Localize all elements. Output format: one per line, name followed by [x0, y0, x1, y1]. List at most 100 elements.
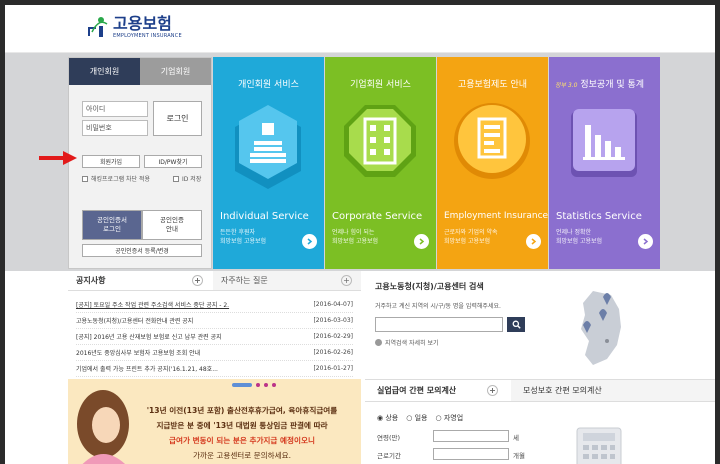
radio-self-employed-label: 자영업 — [443, 414, 464, 422]
bar-chart-icon — [571, 109, 637, 177]
cert-info-line1: 공인인증 — [160, 216, 184, 224]
notice-date: [2016-01-27] — [313, 365, 353, 372]
banner-line1: '13년 이전(13년 포함) 출산전후휴가급여, 육아휴직급여를 — [146, 406, 338, 415]
center-search-panel: 고용노동청(지청)/고용센터 검색 거주하고 계신 지역의 시/구/동 명을 입… — [365, 271, 715, 379]
checkbox-icon — [82, 175, 88, 182]
center-search-title: 고용노동청(지청)/고용센터 검색 — [375, 282, 484, 291]
login-button[interactable]: 로그인 — [153, 101, 202, 136]
hacking-block-label: 해킹프로그램 차단 적용 — [91, 176, 151, 183]
tile-english-title: Individual Service — [220, 211, 309, 222]
more-plus-icon[interactable]: + — [341, 275, 352, 286]
banner-pager-active[interactable] — [232, 383, 252, 387]
radio-daily-label: 일용 — [414, 414, 428, 422]
find-id-pw-button[interactable]: ID/PW찾기 — [144, 155, 202, 168]
site-logo[interactable]: 고용보험 EMPLOYMENT INSURANCE — [85, 14, 182, 40]
period-unit: 개월 — [513, 452, 525, 460]
document-icon — [454, 103, 530, 179]
logo-title: 고용보험 — [113, 13, 172, 33]
banner-text: '13년 이전(13년 포함) 출산전후휴가급여, 육아휴직급여를 지급받은 분… — [126, 403, 358, 463]
logo-subtitle: EMPLOYMENT INSURANCE — [113, 32, 182, 39]
age-label: 연령(만) — [377, 434, 401, 442]
list-item[interactable]: [공지] 토요일 주소 작업 관련 주소검색 서비스 중단 공지 - 2. [20… — [76, 297, 353, 313]
person-icon — [235, 105, 301, 189]
more-plus-icon[interactable]: + — [192, 275, 203, 286]
chevron-right-icon[interactable] — [638, 234, 653, 249]
radio-daily[interactable]: ○ 일용 — [406, 413, 427, 423]
tab-personal-member[interactable]: 개인회원 — [69, 58, 140, 85]
tile-employment-insurance[interactable]: 고용보험제도 안내 Employment Insurance 근로자와 기업의 … — [437, 57, 548, 269]
password-input[interactable]: 비밀번호 — [82, 120, 148, 136]
tile-english-title: Employment Insurance — [444, 211, 548, 221]
tile-title: 기업회원 서비스 — [350, 80, 411, 90]
tile-subtitle: 언제나 힘이 되는 희망보험 고용보험 — [332, 228, 378, 246]
tile-subtitle-line1: 언제나 힘이 되는 — [332, 229, 375, 236]
tile-english-title: Corporate Service — [332, 211, 423, 222]
list-item[interactable]: 고용노동청(지청)/고용센터 전화안내 관련 공지 [2016-03-03] — [76, 313, 353, 329]
notice-title[interactable]: [공지] 토요일 주소 작업 관련 주소검색 서비스 중단 공지 - 2. — [76, 300, 229, 309]
radio-self-employed[interactable]: ○ 자영업 — [435, 413, 463, 423]
korea-map-icon — [581, 291, 621, 365]
benefit-calculator: 실업급여 간편 모의계산 + 모성보호 간편 모의계산 ◉ 상용 ○ 일용 ○ … — [365, 379, 715, 464]
period-label: 근로기간 — [377, 452, 401, 460]
chevron-right-icon[interactable] — [302, 234, 317, 249]
list-item[interactable]: 기업에서 출력 가능 프린트 추가 공지('16.1.21, 48호... [20… — [76, 361, 353, 377]
tab-maternity-calc[interactable]: 모성보호 간편 모의계산 — [511, 380, 715, 401]
radio-regular[interactable]: ◉ 상용 — [377, 413, 398, 423]
banner-pager-dot[interactable] — [264, 383, 268, 387]
notice-title[interactable]: 2016년도 중앙심사부 보험자 고용보험 조회 안내 — [76, 348, 200, 357]
tile-subtitle-line2: 희망보험 고용보험 — [556, 238, 603, 245]
building-icon — [344, 105, 416, 177]
tile-title: 개인회원 서비스 — [238, 80, 299, 90]
checkbox-icon — [173, 175, 179, 182]
tile-individual-service[interactable]: 개인회원 서비스 Individual Service 든든한 후원자 희망보험… — [213, 57, 324, 269]
region-detail-link-label: 지역검색 자세히 보기 — [385, 340, 439, 347]
tab-unemployment-calc[interactable]: 실업급여 간편 모의계산 + — [365, 380, 511, 401]
tab-unemployment-calc-label: 실업급여 간편 모의계산 — [377, 386, 457, 395]
tab-corporate-member[interactable]: 기업회원 — [140, 58, 211, 85]
tile-statistics-service[interactable]: 정부 3.0 정보공개 및 통계 Statistics Service 언제나 … — [549, 57, 660, 269]
logo-icon — [85, 14, 111, 40]
hacking-block-checkbox[interactable]: 해킹프로그램 차단 적용 — [82, 174, 150, 183]
more-plus-icon[interactable]: + — [487, 385, 498, 396]
search-button[interactable] — [507, 317, 525, 332]
region-detail-link[interactable]: 지역검색 자세히 보기 — [375, 338, 439, 347]
notice-title[interactable]: 기업에서 출력 가능 프린트 추가 공지('16.1.21, 48호... — [76, 364, 218, 373]
tile-title-text: 정보공개 및 통계 — [580, 80, 645, 90]
arrow-circle-icon — [375, 339, 382, 346]
tile-corporate-service[interactable]: 기업회원 서비스 Corporate Service 언제나 힘이 되는 희망보… — [325, 57, 436, 269]
notice-title[interactable]: [공지] 2016년 고용 산재보험 보험료 신고 납부 관련 공지 — [76, 332, 222, 341]
save-id-label: ID 저장 — [182, 176, 202, 183]
tab-faq-label: 자주하는 질문 — [221, 276, 268, 285]
id-input[interactable]: 아이디 — [82, 101, 148, 117]
notice-date: [2016-03-03] — [313, 317, 353, 324]
tile-title: 고용보험제도 안내 — [457, 80, 528, 90]
banner-pager-dot[interactable] — [256, 383, 260, 387]
cert-register-button[interactable]: 공인인증서 등록/변경 — [82, 244, 202, 257]
tile-subtitle-line2: 희망보험 고용보험 — [444, 238, 491, 245]
age-input[interactable] — [433, 430, 509, 442]
cert-login-line2: 로그인 — [103, 225, 121, 233]
cert-login-button[interactable]: 공인인증서 로그인 — [82, 210, 142, 240]
signup-button[interactable]: 회원가입 — [82, 155, 140, 168]
age-unit: 세 — [513, 434, 519, 442]
banner-pager-dot[interactable] — [272, 383, 276, 387]
notice-date: [2016-02-29] — [313, 333, 353, 340]
search-icon — [512, 320, 521, 329]
save-id-checkbox[interactable]: ID 저장 — [173, 174, 201, 183]
banner-line4: 가까운 고용센터로 문의하세요. — [192, 451, 292, 460]
banner-line2: 지급받은 분 중에 '13년 대법원 통상임금 판결에 따라 — [156, 421, 328, 430]
notice-title[interactable]: 고용노동청(지청)/고용센터 전화안내 관련 공지 — [76, 316, 193, 325]
list-item[interactable]: [공지] 2016년 고용 산재보험 보험료 신고 납부 관련 공지 [2016-… — [76, 329, 353, 345]
notice-list: [공지] 토요일 주소 작업 관련 주소검색 서비스 중단 공지 - 2. [20… — [68, 291, 361, 377]
tab-notices[interactable]: 공지사항 + — [68, 271, 213, 290]
notice-banner[interactable]: '13년 이전(13년 포함) 출산전후휴가급여, 육아휴직급여를 지급받은 분… — [68, 379, 361, 464]
period-input[interactable] — [433, 448, 509, 460]
list-item[interactable]: 2016년도 중앙심사부 보험자 고용보험 조회 안내 [2016-02-26] — [76, 345, 353, 361]
chevron-right-icon[interactable] — [526, 234, 541, 249]
chevron-right-icon[interactable] — [414, 234, 429, 249]
tab-faq[interactable]: 자주하는 질문 + — [213, 271, 361, 290]
tile-subtitle: 든든한 후원자 희망보험 고용보험 — [220, 228, 266, 246]
site-header: 고용보험 EMPLOYMENT INSURANCE — [5, 5, 715, 53]
cert-info-button[interactable]: 공인인증 안내 — [142, 210, 202, 240]
region-search-input[interactable] — [375, 317, 503, 332]
